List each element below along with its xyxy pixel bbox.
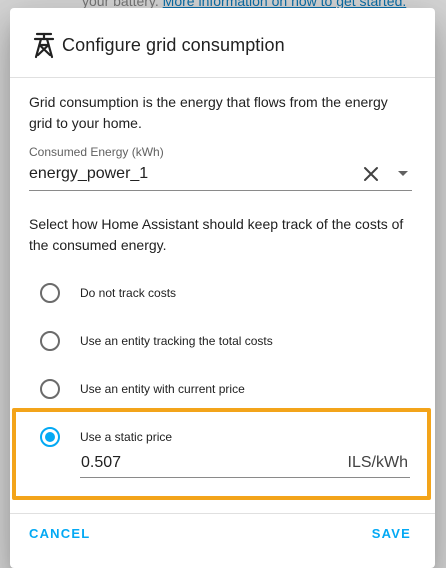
radio-no-cost[interactable] — [40, 283, 60, 303]
option-entity-total-cost-label: Use an entity tracking the total costs — [80, 334, 273, 348]
clear-icon[interactable] — [362, 165, 380, 183]
dialog-header: Configure grid consumption — [32, 30, 285, 60]
cost-tracking-description: Select how Home Assistant should keep tr… — [29, 216, 404, 253]
consumed-energy-label: Consumed Energy (kWh) — [29, 145, 164, 159]
option-static-price-label: Use a static price — [80, 430, 173, 444]
option-no-cost-label: Do not track costs — [80, 286, 177, 300]
option-no-cost[interactable]: Do not track costs — [40, 279, 176, 307]
radio-static-price[interactable] — [40, 427, 60, 447]
consumed-energy-picker[interactable]: Consumed Energy (kWh) energy_power_1 — [29, 145, 412, 191]
cancel-button[interactable]: CANCEL — [29, 526, 90, 541]
grid-consumption-dialog: Configure grid consumption Grid consumpt… — [10, 8, 435, 568]
dialog-description: Grid consumption is the energy that flow… — [29, 94, 388, 131]
radio-entity-current-price[interactable] — [40, 379, 60, 399]
static-price-value: 0.507 — [81, 453, 122, 471]
dropdown-arrow-icon[interactable] — [398, 171, 408, 176]
option-static-price[interactable]: Use a static price — [40, 423, 172, 451]
option-entity-current-price[interactable]: Use an entity with current price — [40, 375, 245, 403]
static-price-input[interactable]: 0.507 ILS/kWh — [80, 448, 410, 478]
radio-entity-total-cost[interactable] — [40, 331, 60, 351]
option-entity-total-cost[interactable]: Use an entity tracking the total costs — [40, 327, 273, 355]
static-price-unit: ILS/kWh — [347, 453, 408, 471]
transmission-tower-icon — [33, 32, 55, 59]
option-entity-current-price-label: Use an entity with current price — [80, 382, 245, 396]
save-button[interactable]: SAVE — [372, 526, 411, 541]
actions-divider — [10, 513, 435, 514]
dialog-title: Configure grid consumption — [62, 34, 285, 55]
consumed-energy-value: energy_power_1 — [29, 165, 149, 182]
header-divider — [10, 77, 435, 78]
